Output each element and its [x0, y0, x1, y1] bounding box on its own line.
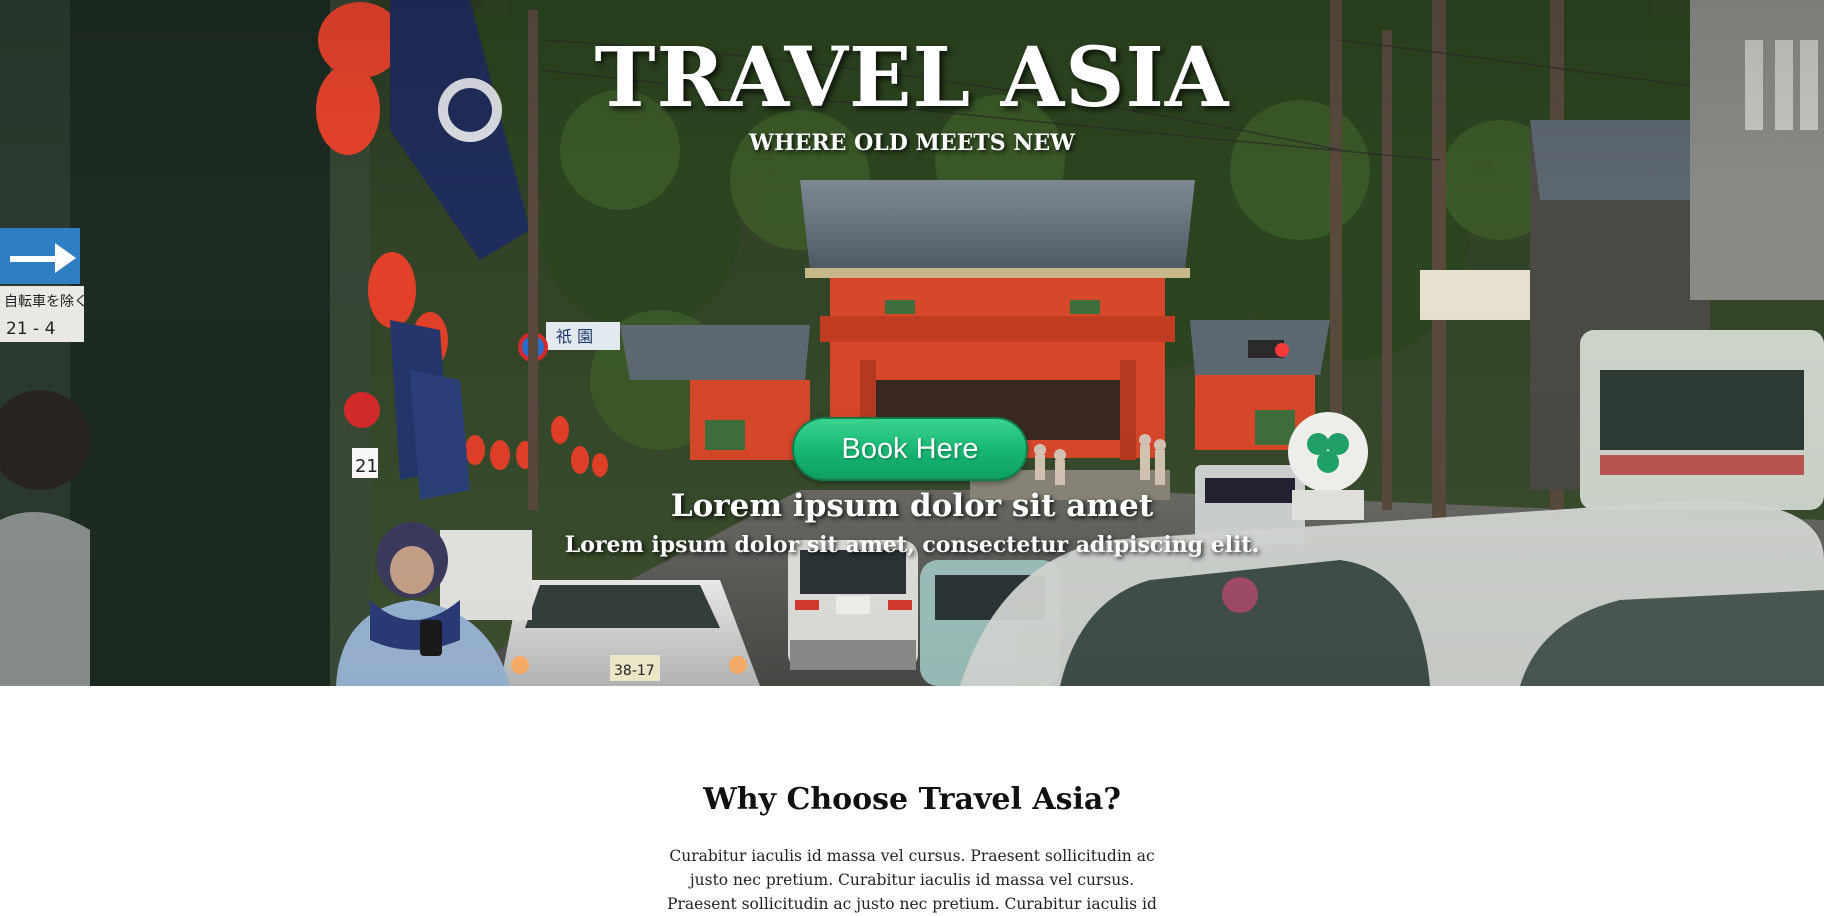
- hero-banner: 自転車を除く 21 - 4 祇 園 21: [0, 0, 1824, 686]
- section-body-text: Curabitur iaculis id massa vel cursus. P…: [667, 847, 1157, 913]
- hero-tagline-sub: Lorem ipsum dolor sit amet, consectetur …: [564, 532, 1260, 558]
- hero-title: TRAVEL ASIA: [594, 30, 1230, 126]
- book-here-button[interactable]: Book Here: [792, 417, 1028, 481]
- why-choose-section: Why Choose Travel Asia? Curabitur iaculi…: [0, 686, 1824, 913]
- hero-subtitle: WHERE OLD MEETS NEW: [749, 130, 1075, 156]
- section-title: Why Choose Travel Asia?: [703, 782, 1121, 817]
- hero-tagline: Lorem ipsum dolor sit amet: [670, 488, 1154, 524]
